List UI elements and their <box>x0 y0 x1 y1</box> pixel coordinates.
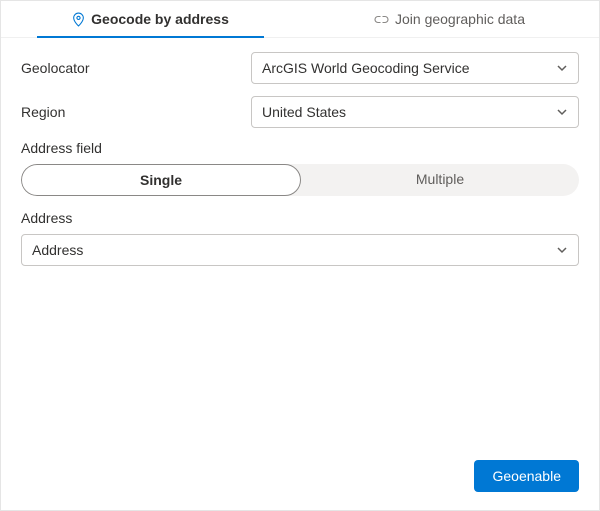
tab-geocode-by-address[interactable]: Geocode by address <box>1 1 300 37</box>
label-address-field: Address field <box>21 140 579 156</box>
tab-join-geographic-data[interactable]: Join geographic data <box>300 1 599 37</box>
link-icon <box>374 13 389 26</box>
select-address[interactable]: Address <box>21 234 579 266</box>
tab-label: Geocode by address <box>91 11 229 27</box>
chevron-down-icon <box>556 244 568 256</box>
select-region[interactable]: United States <box>251 96 579 128</box>
label-address: Address <box>21 210 579 226</box>
tab-strip: Geocode by address Join geographic data <box>1 1 599 38</box>
segmented-address-mode: Single Multiple <box>21 164 579 196</box>
select-geolocator[interactable]: ArcGIS World Geocoding Service <box>251 52 579 84</box>
form-body: Geolocator ArcGIS World Geocoding Servic… <box>1 38 599 266</box>
chevron-down-icon <box>556 62 568 74</box>
seg-label: Multiple <box>416 171 464 187</box>
footer: Geoenable <box>474 460 579 492</box>
geoenable-button[interactable]: Geoenable <box>474 460 579 492</box>
chevron-down-icon <box>556 106 568 118</box>
seg-label: Single <box>140 172 182 188</box>
select-value: United States <box>262 104 346 120</box>
pin-icon <box>72 12 85 27</box>
label-geolocator: Geolocator <box>21 60 251 76</box>
seg-multiple[interactable]: Multiple <box>301 164 579 196</box>
select-value: Address <box>32 242 83 258</box>
row-geolocator: Geolocator ArcGIS World Geocoding Servic… <box>21 52 579 84</box>
tab-label: Join geographic data <box>395 11 525 27</box>
seg-single[interactable]: Single <box>21 164 301 196</box>
label-region: Region <box>21 104 251 120</box>
row-region: Region United States <box>21 96 579 128</box>
select-value: ArcGIS World Geocoding Service <box>262 60 470 76</box>
